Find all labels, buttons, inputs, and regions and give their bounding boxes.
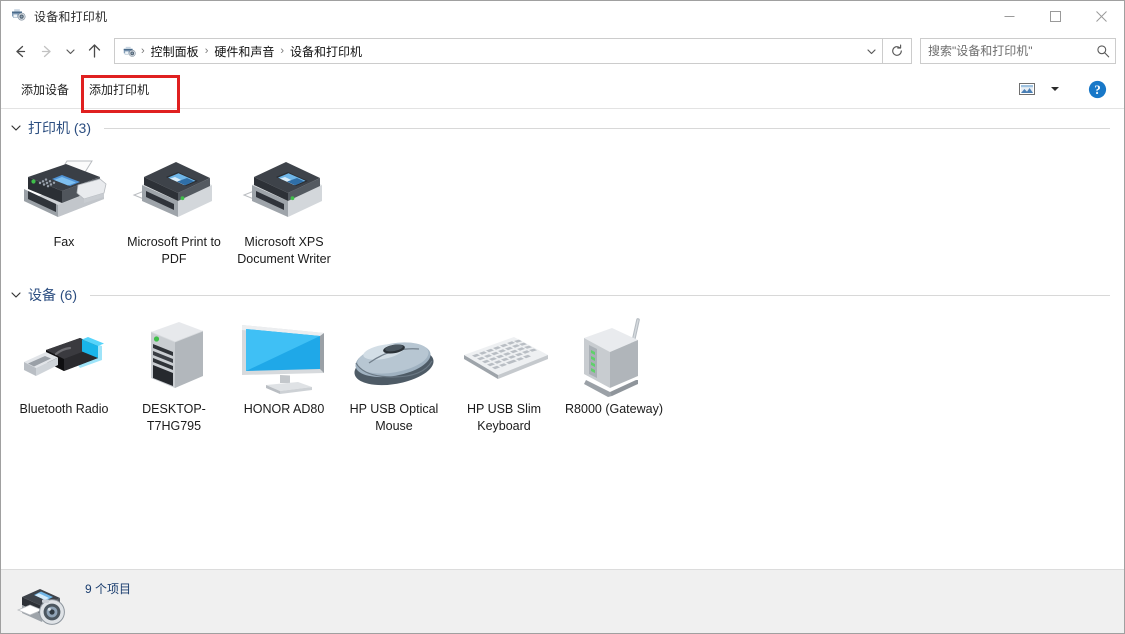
help-icon[interactable]: ? (1082, 76, 1112, 102)
printer-icon (236, 153, 332, 227)
address-bar: › 控制面板 › 硬件和声音 › 设备和打印机 (1, 32, 1124, 70)
search-input[interactable] (921, 43, 1091, 59)
breadcrumb-devices-printers-icon (119, 41, 139, 61)
breadcrumb-item-1[interactable]: 硬件和声音 (210, 41, 278, 62)
address-chevron-down-icon[interactable] (860, 40, 882, 62)
device-item-microsoft-print-to-pdf[interactable]: Microsoft Print to PDF (119, 149, 229, 268)
breadcrumb-item-0[interactable]: 控制面板 (147, 41, 203, 62)
breadcrumb-separator-1: › (204, 44, 209, 57)
content-area: 打印机 (3) Fax Microsoft Print to PDF Micro… (1, 109, 1124, 569)
desktop-tower-icon (126, 320, 222, 394)
router-icon (566, 318, 662, 397)
search-icon (1091, 44, 1115, 58)
command-bar: 添加设备 添加打印机 ? (1, 70, 1124, 113)
device-label: DESKTOP-T7HG795 (142, 402, 206, 433)
monitor-icon (236, 320, 332, 394)
device-item-fax[interactable]: Fax (9, 149, 119, 268)
close-button[interactable] (1078, 1, 1124, 32)
device-item-microsoft-xps-document-writer[interactable]: Microsoft XPS Document Writer (229, 149, 339, 268)
status-item-count: 9 个项目 (85, 582, 132, 596)
minimize-button[interactable] (986, 1, 1032, 32)
printers-items-row: Fax Microsoft Print to PDF Microsoft XPS… (1, 141, 1124, 268)
mouse-icon (346, 320, 442, 394)
devices-chevron-down-icon[interactable] (9, 288, 23, 302)
forward-arrow-icon[interactable] (33, 38, 59, 64)
window-controls (986, 1, 1124, 32)
up-arrow-icon[interactable] (81, 38, 107, 64)
title-bar-left: 设备和打印机 (1, 6, 107, 28)
device-label: Fax (53, 235, 75, 249)
breadcrumb-separator-2: › (280, 44, 285, 57)
devices-items-row: Bluetooth Radio DESKTOP-T7HG795 HONOR AD… (1, 308, 1124, 435)
status-devices-printers-icon (15, 576, 71, 628)
maximize-button[interactable] (1032, 1, 1078, 32)
printer-icon (126, 153, 222, 227)
devices-group-rule (90, 294, 1110, 296)
device-item-keyboard[interactable]: HP USB Slim Keyboard (449, 316, 559, 435)
add-printer-button[interactable]: 添加打印机 (79, 76, 159, 103)
devices-and-printers-window: 设备和打印机 › 控制面板 › 硬件和声音 › 设备和打印机 搜索"设备和打印机… (0, 0, 1125, 634)
view-chevron-down-icon[interactable] (1042, 77, 1068, 101)
device-label: Microsoft XPS Document Writer (237, 235, 331, 266)
keyboard-icon (456, 320, 552, 394)
device-label: Bluetooth Radio (19, 402, 109, 416)
title-bar: 设备和打印机 (1, 1, 1124, 32)
device-label: HP USB Optical Mouse (349, 402, 439, 433)
printers-group-header[interactable]: 打印机 (3) (1, 115, 1124, 141)
refresh-icon[interactable] (883, 38, 912, 64)
devices-group-header[interactable]: 设备 (6) (1, 282, 1124, 308)
devices-printers-icon (10, 6, 27, 28)
breadcrumb-separator-0: › (141, 44, 145, 57)
device-item-bluetooth-radio[interactable]: Bluetooth Radio (9, 316, 119, 435)
preview-pane-icon[interactable] (1014, 77, 1040, 101)
device-label: R8000 (Gateway) (565, 402, 663, 416)
fax-machine-icon (16, 153, 112, 227)
back-arrow-icon[interactable] (7, 38, 33, 64)
printers-group-title: 打印机 (3) (28, 120, 91, 136)
breadcrumb: › 控制面板 › 硬件和声音 › 设备和打印机 (115, 41, 860, 62)
breadcrumb-item-2[interactable]: 设备和打印机 (286, 41, 366, 62)
search-box[interactable] (920, 38, 1116, 64)
device-item-router[interactable]: R8000 (Gateway) (559, 316, 669, 435)
add-device-button[interactable]: 添加设备 (11, 76, 79, 103)
devices-group-title: 设备 (6) (28, 287, 77, 303)
device-item-mouse[interactable]: HP USB Optical Mouse (339, 316, 449, 435)
history-chevron-down-icon[interactable] (59, 38, 81, 64)
device-label: Microsoft Print to PDF (127, 235, 221, 266)
window-title: 设备和打印机 (34, 10, 108, 24)
status-bar: 9 个项目 (1, 569, 1124, 633)
usb-bluetooth-dongle-icon (16, 320, 112, 394)
printers-group-rule (104, 127, 1110, 129)
printers-chevron-down-icon[interactable] (9, 121, 23, 135)
svg-text:?: ? (1094, 82, 1101, 97)
device-label: HP USB Slim Keyboard (466, 402, 542, 433)
device-item-desktop-tower[interactable]: DESKTOP-T7HG795 (119, 316, 229, 435)
address-field[interactable]: › 控制面板 › 硬件和声音 › 设备和打印机 (114, 38, 883, 64)
device-label: HONOR AD80 (243, 402, 325, 416)
device-item-monitor[interactable]: HONOR AD80 (229, 316, 339, 435)
command-bar-right: ? (1014, 76, 1116, 102)
